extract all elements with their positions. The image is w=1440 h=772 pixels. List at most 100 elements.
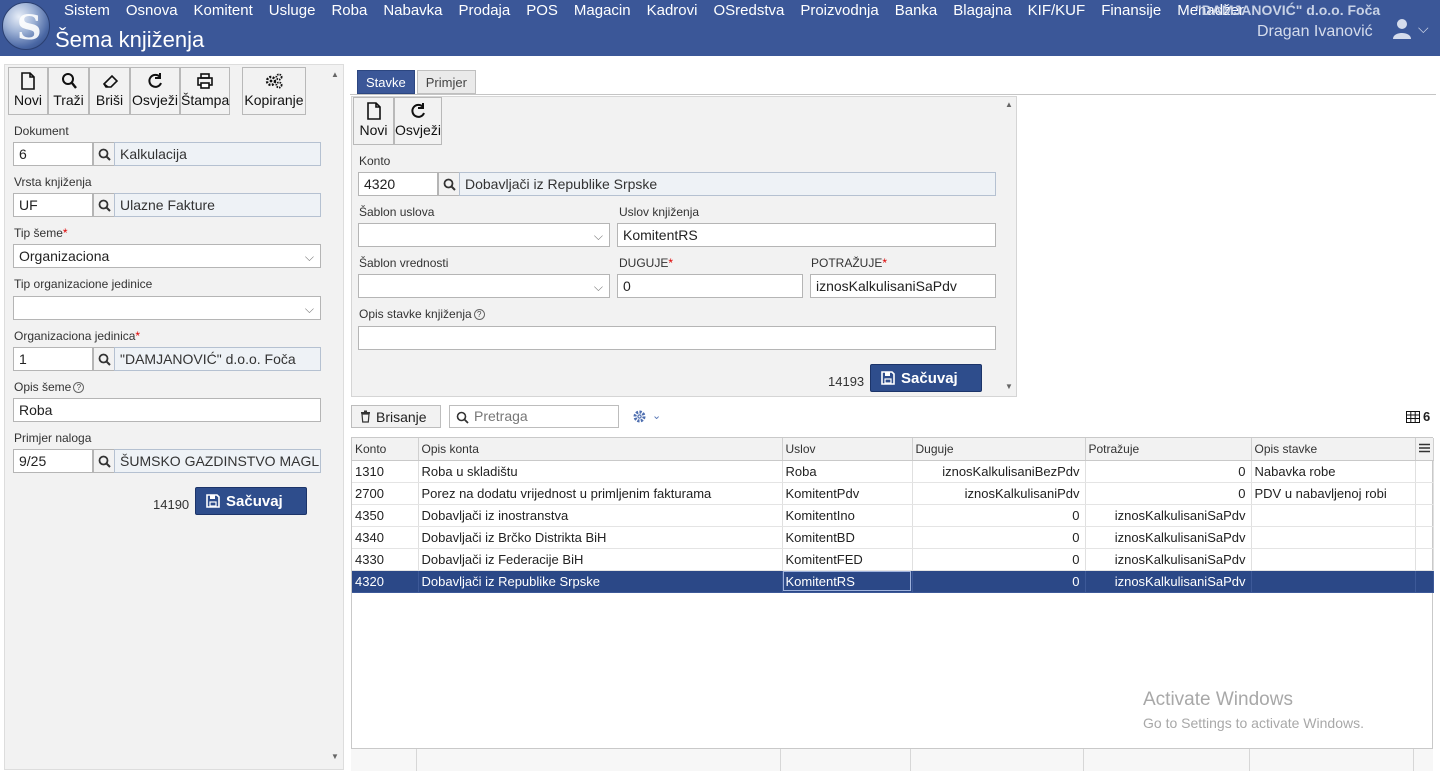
vrsta-search-button[interactable] [93,193,115,217]
cell-uslov[interactable]: KomitentPdv [782,482,913,505]
col-header-opis-konta[interactable]: Opis konta [418,438,783,461]
menu-item-komitent[interactable]: Komitent [186,2,261,20]
brisanje-button[interactable]: Brisanje [351,405,441,428]
cell-duguje[interactable]: 0 [912,570,1086,593]
scroll-up-icon[interactable]: ▲ [1005,100,1013,109]
menu-item-osredstva[interactable]: OSredstva [705,2,792,20]
cell-konto[interactable]: 2700 [352,482,419,505]
stavka-osvjezi-button[interactable]: Osvježi [394,97,442,145]
trazi-button[interactable]: Traži [48,67,89,115]
kopiranje-button[interactable]: Kopiranje [242,67,306,115]
cell-opis-konta[interactable]: Dobavljači iz Republike Srpske [418,570,783,593]
brisi-button[interactable]: Briši [89,67,130,115]
vrsta-field[interactable]: UF [13,193,93,217]
col-header-opis-stavke[interactable]: Opis stavke [1251,438,1416,461]
menu-item-blagajna[interactable]: Blagajna [945,2,1019,20]
col-header-uslov[interactable]: Uslov [782,438,913,461]
menu-item-finansije[interactable]: Finansije [1093,2,1169,20]
col-header-duguje[interactable]: Duguje [912,438,1086,461]
cell-opis-stavke[interactable] [1251,570,1416,593]
cell-potrazuje[interactable]: 0 [1085,460,1252,483]
cell-konto[interactable]: 4330 [352,548,419,571]
cell-opis-stavke[interactable]: PDV u nabavljenoj robi [1251,482,1416,505]
konto-search-button[interactable] [438,172,460,196]
cell-opis-stavke[interactable] [1251,526,1416,549]
cell-opis-konta[interactable]: Dobavljači iz Federacije BiH [418,548,783,571]
sablon-vrednosti-select[interactable]: ⌵ [358,274,610,298]
primjer-field[interactable]: 9/25 [13,449,93,473]
cell-uslov[interactable]: KomitentBD [782,526,913,549]
detail-scrollbar[interactable]: ▲ ▼ [1003,97,1015,396]
cell-duguje[interactable]: 0 [912,526,1086,549]
menu-item-nabavka[interactable]: Nabavka [375,2,450,20]
cell-opis-stavke[interactable]: Nabavka robe [1251,460,1416,483]
menu-item-sistem[interactable]: Sistem [56,2,118,20]
left-scrollbar[interactable]: ▲ ▼ [329,66,341,768]
menu-item-osnova[interactable]: Osnova [118,2,186,20]
chevron-down-icon[interactable]: ⌄ [652,409,661,422]
cell-duguje[interactable]: iznosKalkulisaniBezPdv [912,460,1086,483]
col-header-konto[interactable]: Konto [352,438,419,461]
cell-uslov[interactable]: Roba [782,460,913,483]
cell-duguje[interactable]: 0 [912,504,1086,527]
primjer-search-button[interactable] [93,449,115,473]
scroll-up-icon[interactable]: ▲ [331,70,339,79]
tip-org-select[interactable]: ⌵ [13,296,321,320]
column-menu-button[interactable] [1415,438,1434,461]
cell-opis-stavke[interactable] [1251,504,1416,527]
sablon-uslova-select[interactable]: ⌵ [358,223,610,247]
stampa-button[interactable]: Štampa [180,67,230,115]
user-icon[interactable] [1392,18,1412,40]
cell-opis-stavke[interactable] [1251,548,1416,571]
potrazuje-field[interactable]: iznosKalkulisaniSaPdv [810,274,996,298]
cell-uslov[interactable]: KomitentFED [782,548,913,571]
cell-potrazuje[interactable]: 0 [1085,482,1252,505]
cell-duguje[interactable]: 0 [912,548,1086,571]
menu-item-kadrovi[interactable]: Kadrovi [639,2,706,20]
menu-item-usluge[interactable]: Usluge [261,2,324,20]
stavka-novi-button[interactable]: Novi [353,97,394,145]
cell-potrazuje[interactable]: iznosKalkulisaniSaPdv [1085,504,1252,527]
scroll-down-icon[interactable]: ▼ [1005,382,1013,391]
uslov-field[interactable]: KomitentRS [617,223,996,247]
gear-icon[interactable] [632,409,647,424]
dokument-search-button[interactable] [93,142,115,166]
app-logo[interactable]: S [2,2,50,50]
scroll-down-icon[interactable]: ▼ [331,752,339,761]
cell-konto[interactable]: 4350 [352,504,419,527]
novi-button[interactable]: Novi [8,67,48,115]
opis-stavke-field[interactable] [358,326,996,350]
table-row[interactable]: 4340 Dobavljači iz Brčko Distrikta BiH K… [352,526,1434,549]
table-row[interactable]: 1310 Roba u skladištu Roba iznosKalkulis… [352,460,1434,483]
cell-potrazuje[interactable]: iznosKalkulisaniSaPdv [1085,570,1252,593]
chevron-down-icon[interactable]: ⌵ [1418,20,1429,37]
menu-item-banka[interactable]: Banka [887,2,946,20]
cell-opis-konta[interactable]: Dobavljači iz inostranstva [418,504,783,527]
search-input[interactable]: Pretraga [449,405,619,428]
col-header-potrazuje[interactable]: Potražuje [1085,438,1252,461]
cell-konto[interactable]: 4320 [352,570,419,593]
duguje-field[interactable]: 0 [617,274,803,298]
konto-field[interactable]: 4320 [358,172,438,196]
menu-item-proizvodnja[interactable]: Proizvodnja [792,2,886,20]
menu-item-pos[interactable]: POS [518,2,566,20]
tip-seme-select[interactable]: Organizaciona ⌵ [13,244,321,268]
cell-opis-konta[interactable]: Roba u skladištu [418,460,783,483]
cell-opis-konta[interactable]: Porez na dodatu vrijednost u primljenim … [418,482,783,505]
user-name[interactable]: Dragan Ivanović [1257,23,1373,41]
menu-item-prodaja[interactable]: Prodaja [451,2,519,20]
table-row-selected[interactable]: 4320 Dobavljači iz Republike Srpske Komi… [352,570,1434,593]
cell-duguje[interactable]: iznosKalkulisaniPdv [912,482,1086,505]
osvjezi-button[interactable]: Osvježi [130,67,180,115]
menu-item-kif-kuf[interactable]: KIF/KUF [1020,2,1094,20]
org-jed-search-button[interactable] [93,347,115,371]
stavka-save-button[interactable]: Sačuvaj [870,364,982,392]
dokument-field[interactable]: 6 [13,142,93,166]
cell-uslov[interactable]: KomitentIno [782,504,913,527]
cell-uslov[interactable]: KomitentRS [782,570,913,593]
table-row[interactable]: 4350 Dobavljači iz inostranstva Komitent… [352,504,1434,527]
table-row[interactable]: 2700 Porez na dodatu vrijednost u primlj… [352,482,1434,505]
cell-opis-konta[interactable]: Dobavljači iz Brčko Distrikta BiH [418,526,783,549]
table-row[interactable]: 4330 Dobavljači iz Federacije BiH Komite… [352,548,1434,571]
menu-item-magacin[interactable]: Magacin [566,2,639,20]
